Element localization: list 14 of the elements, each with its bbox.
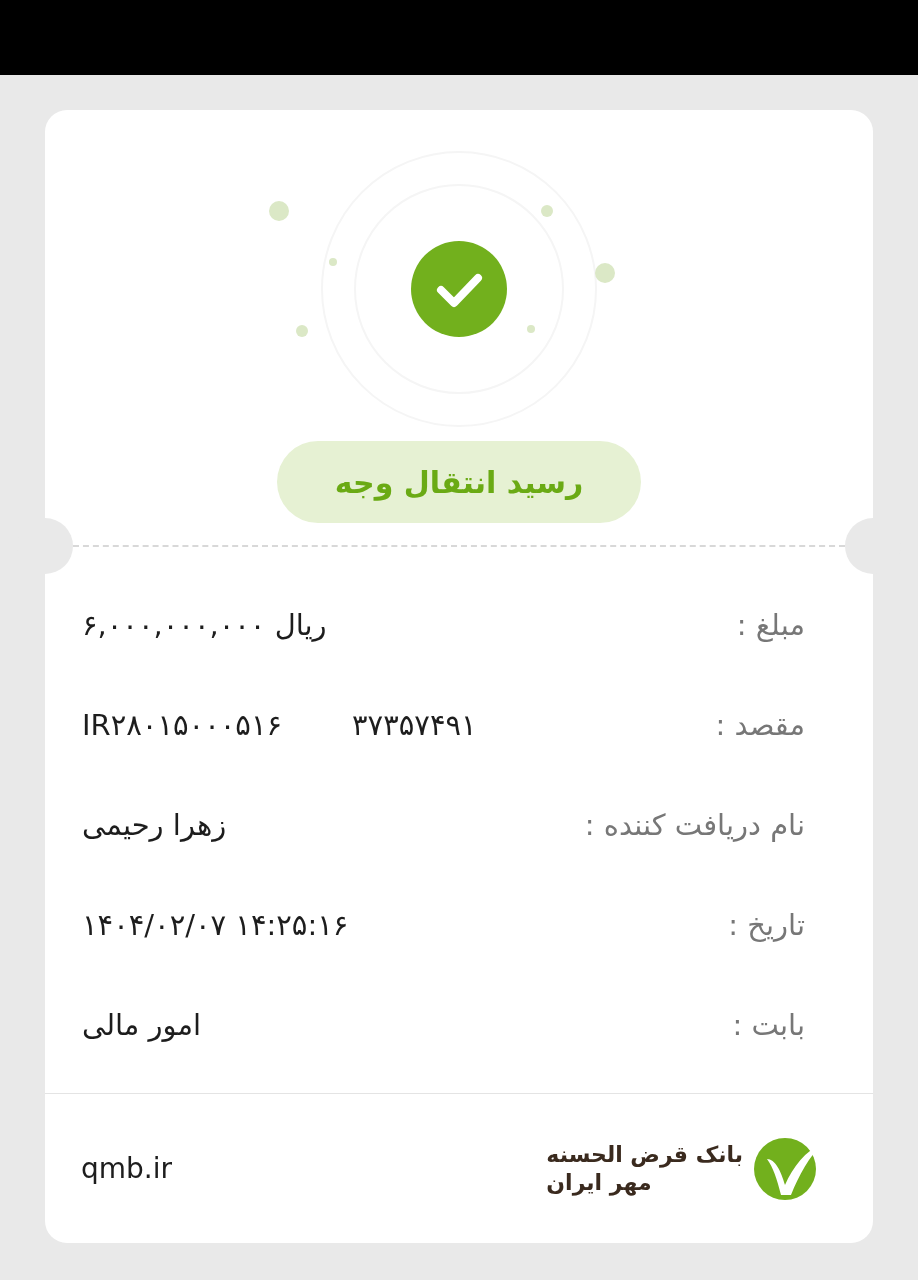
field-label: نام دریافت کننده : (584, 808, 805, 842)
field-label: مبلغ : (736, 608, 805, 642)
bank-name: مهر ایران (546, 1168, 652, 1196)
field-value: امور مالی (82, 1008, 202, 1042)
field-label: بابت : (732, 1008, 805, 1042)
field-value: ۶,۰۰۰,۰۰۰,۰۰۰ ریال (82, 608, 327, 642)
field-value: ۱۴۰۴/۰۲/۰۷ ۱۴:۲۵:۱۶ (82, 908, 349, 942)
bank-name: بانک قرض الحسنه (546, 1141, 743, 1169)
field-label: تاریخ : (728, 908, 805, 942)
field-value: زهرا رحیمی (82, 808, 227, 842)
receipt-title: رسید انتقال وجه (277, 441, 641, 523)
field-value: ۳۷۳۵۷۴۹۱ (352, 708, 477, 742)
field-label: مقصد : (715, 708, 805, 742)
field-value: IR۲۸۰۱۵۰۰۰۵۱۶ (82, 708, 283, 742)
